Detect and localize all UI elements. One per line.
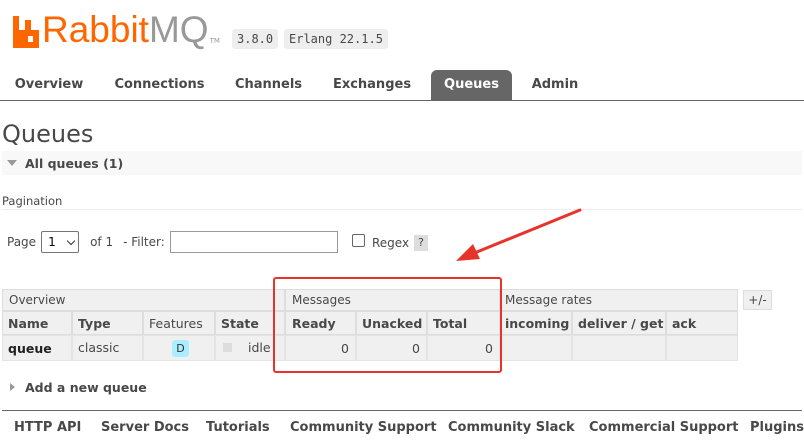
annotation-arrow-icon [456,208,582,261]
